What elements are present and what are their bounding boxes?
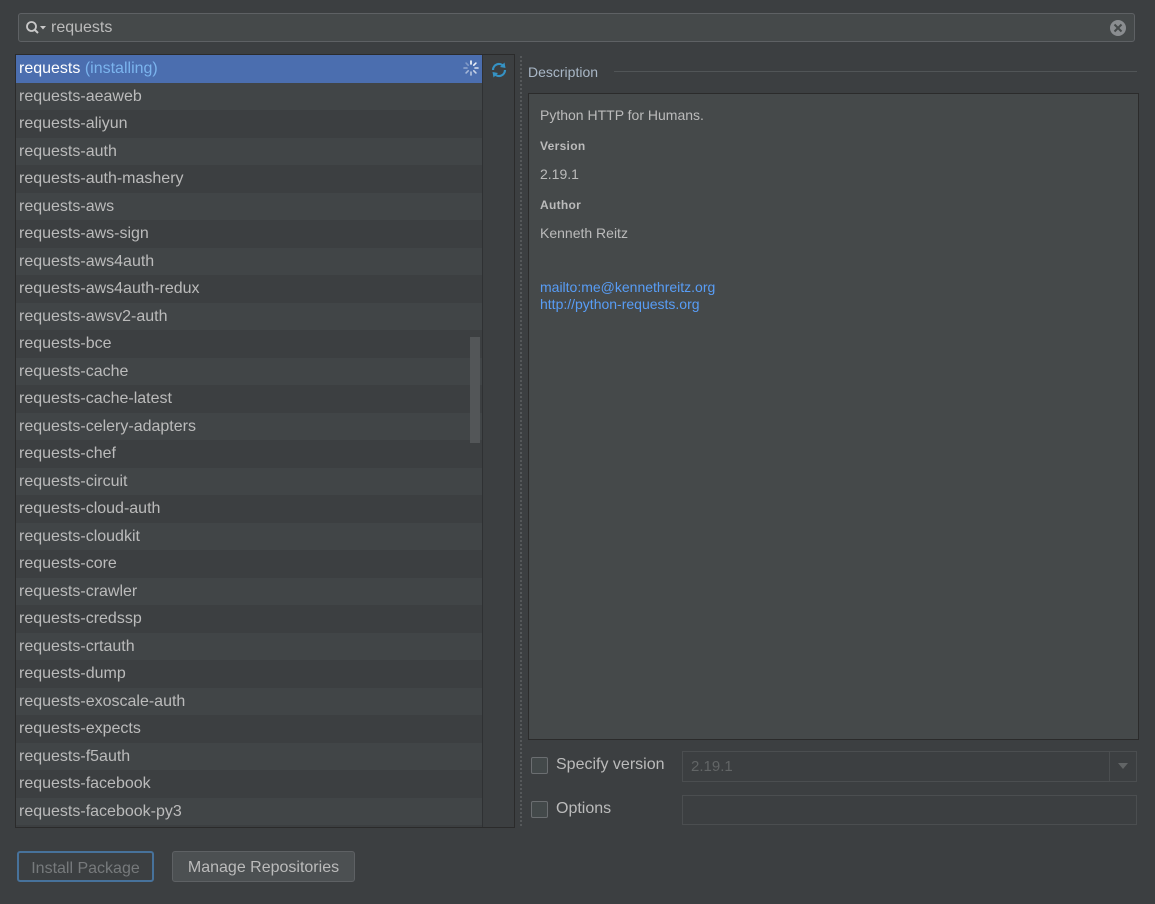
options-label[interactable]: Options <box>556 800 611 818</box>
refresh-icon[interactable] <box>489 60 509 80</box>
package-row[interactable]: requests-bce <box>16 330 482 358</box>
package-row[interactable]: requests-facebook-py3 <box>16 797 482 825</box>
search-icon[interactable] <box>25 18 49 38</box>
options-input[interactable] <box>682 795 1137 825</box>
description-divider <box>614 71 1137 72</box>
panel-splitter[interactable] <box>518 56 524 828</box>
package-row-selected[interactable]: requests (installing) <box>16 55 482 83</box>
manage-repositories-button[interactable]: Manage Repositories <box>172 851 355 882</box>
package-row[interactable]: requests-aws <box>16 192 482 220</box>
package-row[interactable]: requests-aws4auth <box>16 247 482 275</box>
package-row[interactable]: requests-chef <box>16 440 482 468</box>
package-row[interactable]: requests-celery-adapters <box>16 412 482 440</box>
description-title: Description <box>528 64 599 80</box>
package-row[interactable]: requests-facebook <box>16 770 482 798</box>
package-row[interactable]: requests-exoscale-auth <box>16 687 482 715</box>
package-row[interactable]: requests-cache <box>16 357 482 385</box>
package-row[interactable]: requests-cloudkit <box>16 522 482 550</box>
package-row[interactable]: requests-aws4auth-redux <box>16 275 482 303</box>
package-summary: Python HTTP for Humans. <box>540 107 704 123</box>
version-select[interactable]: 2.19.1 <box>682 751 1137 782</box>
version-label: Version <box>540 139 586 153</box>
search-box[interactable] <box>18 13 1135 42</box>
installing-status: (installing) <box>84 60 158 77</box>
package-row[interactable]: requests-dump <box>16 660 482 688</box>
package-row[interactable]: requests-circuit <box>16 467 482 495</box>
description-panel: Python HTTP for Humans. Version 2.19.1 A… <box>528 93 1139 740</box>
package-row[interactable]: requests-crtauth <box>16 632 482 660</box>
package-row[interactable]: requests-aeaweb <box>16 82 482 110</box>
install-package-button[interactable]: Install Package <box>17 851 154 882</box>
package-row[interactable]: requests-cache-latest <box>16 385 482 413</box>
email-link[interactable]: mailto:me@kennethreitz.org <box>540 279 1127 296</box>
list-toolbar <box>482 55 514 827</box>
package-row[interactable]: requests-aliyun <box>16 110 482 138</box>
list-scrollbar-thumb[interactable] <box>470 337 480 443</box>
package-row[interactable]: requests-credssp <box>16 605 482 633</box>
homepage-link[interactable]: http://python-requests.org <box>540 296 1127 313</box>
package-row[interactable]: requests-auth-mashery <box>16 165 482 193</box>
package-name: requests <box>19 60 81 77</box>
version-select-value: 2.19.1 <box>691 758 733 775</box>
chevron-down-icon[interactable] <box>1109 752 1136 781</box>
version-value: 2.19.1 <box>540 166 579 182</box>
package-row[interactable]: requests-expects <box>16 715 482 743</box>
package-row[interactable]: requests-f5auth <box>16 742 482 770</box>
package-row[interactable]: requests-cloud-auth <box>16 495 482 523</box>
package-list[interactable]: requests (installing) requests-aeaweb re… <box>16 55 482 825</box>
author-label: Author <box>540 198 582 212</box>
author-value: Kenneth Reitz <box>540 225 628 241</box>
package-row[interactable]: requests-awsv2-auth <box>16 302 482 330</box>
package-list-panel: requests (installing) requests-aeaweb re… <box>15 54 515 828</box>
package-row[interactable]: requests-core <box>16 550 482 578</box>
specify-version-checkbox[interactable] <box>531 757 548 774</box>
search-input[interactable] <box>49 18 1108 37</box>
package-row[interactable]: requests-auth <box>16 137 482 165</box>
package-row[interactable]: requests-crawler <box>16 577 482 605</box>
specify-version-label[interactable]: Specify version <box>556 756 665 774</box>
options-checkbox[interactable] <box>531 801 548 818</box>
clear-search-icon[interactable] <box>1108 18 1128 38</box>
package-row[interactable]: requests-aws-sign <box>16 220 482 248</box>
